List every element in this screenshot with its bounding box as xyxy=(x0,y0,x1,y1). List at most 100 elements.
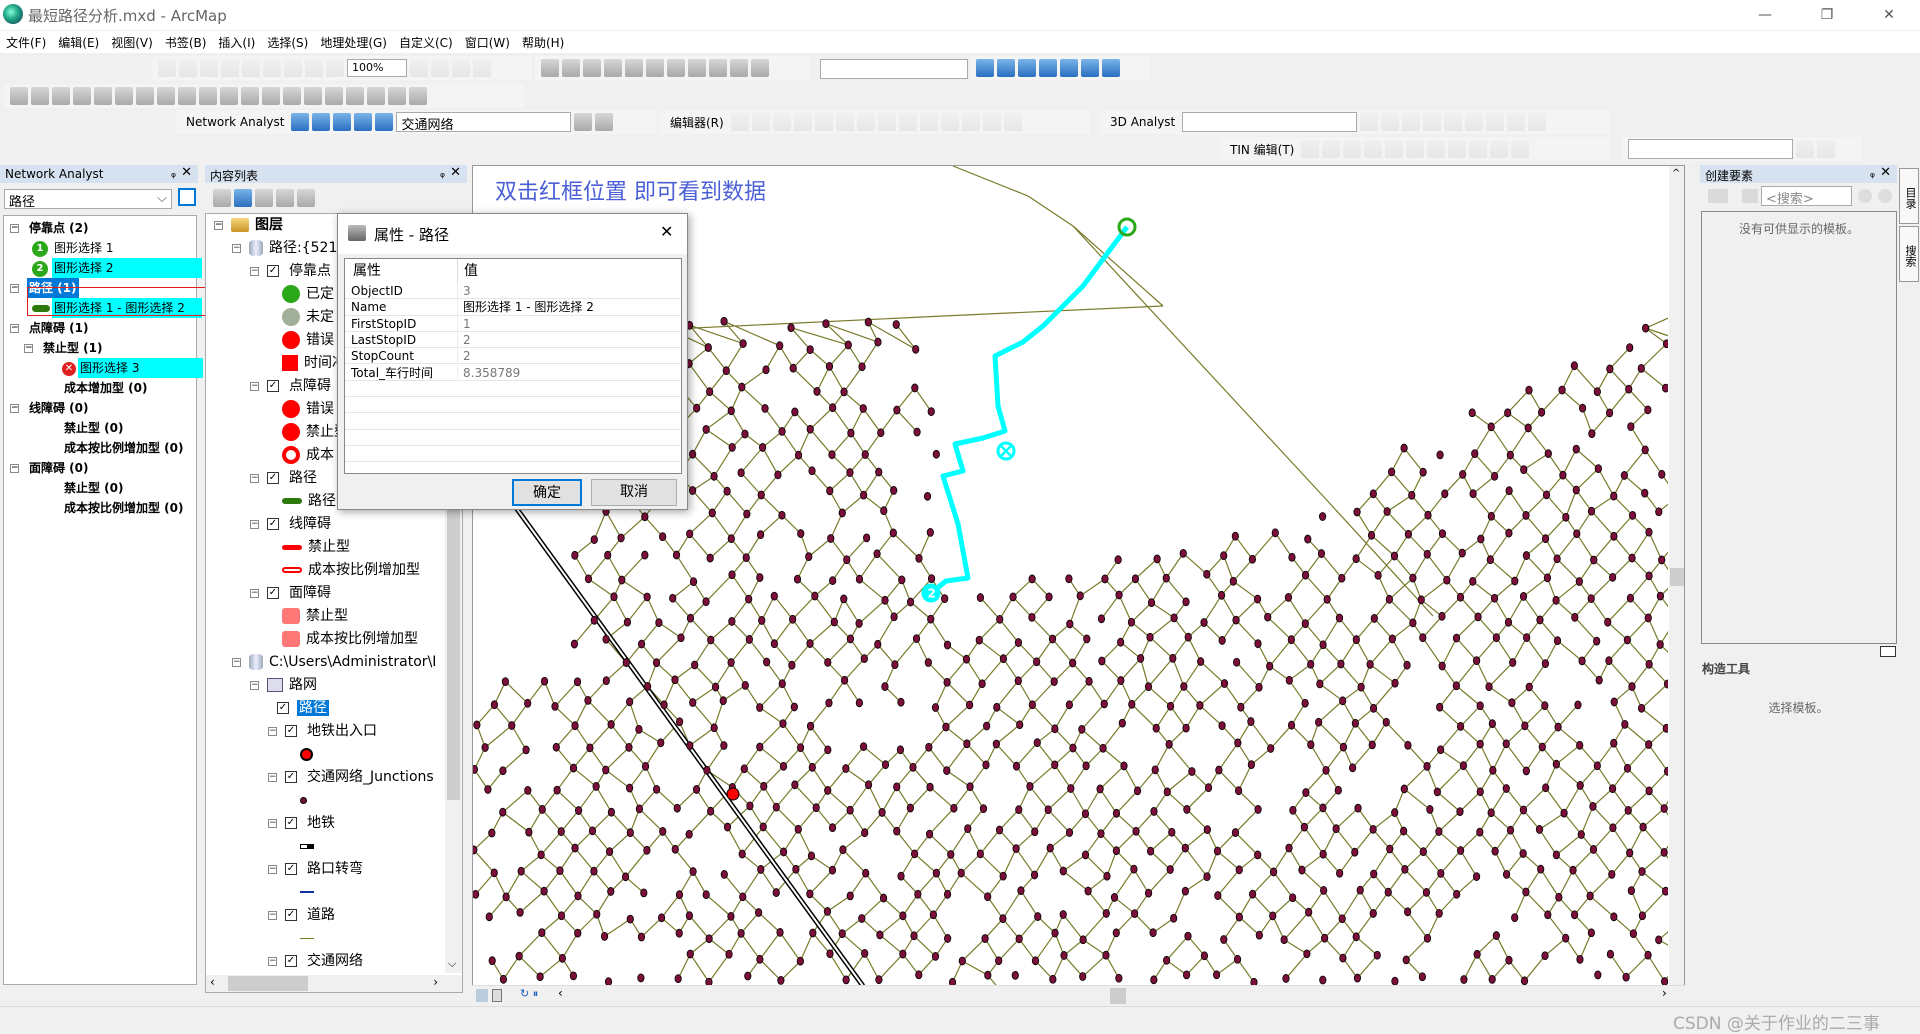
magnifier-icon[interactable] xyxy=(409,87,427,105)
toc-item[interactable] xyxy=(286,835,318,858)
search-window-icon[interactable] xyxy=(1039,59,1057,77)
focus-frame-icon[interactable] xyxy=(431,59,449,77)
organize-templates-icon[interactable] xyxy=(1742,189,1758,203)
fixed-in-icon[interactable] xyxy=(94,87,112,105)
tin-move-icon[interactable] xyxy=(1427,140,1445,158)
add-data-icon[interactable] xyxy=(751,59,769,77)
na-tree-item[interactable]: −停靠点 (2) xyxy=(10,218,91,238)
visibility-checkbox[interactable]: ✓ xyxy=(285,771,297,783)
toggle-draft-icon[interactable] xyxy=(410,59,428,77)
na-tree-item[interactable]: −路径 (1) xyxy=(10,278,79,298)
solve-icon[interactable] xyxy=(354,113,372,131)
na-tree-item[interactable]: ✕图形选择 3 xyxy=(62,358,203,378)
zoom-in-icon[interactable] xyxy=(10,87,28,105)
back-extent-icon[interactable] xyxy=(136,87,154,105)
tin-line-icon[interactable] xyxy=(1322,140,1340,158)
cut-icon[interactable] xyxy=(625,59,643,77)
zoom-out-icon[interactable] xyxy=(31,87,49,105)
profile-icon[interactable] xyxy=(1423,113,1441,131)
collapse-icon[interactable]: − xyxy=(24,344,33,353)
network-dataset-select[interactable]: 交通网络 xyxy=(396,112,571,132)
template-search-input[interactable]: <搜索> xyxy=(1761,186,1852,206)
minimize-button[interactable]: — xyxy=(1742,2,1788,28)
na-tree-item[interactable]: −禁止型 (1) xyxy=(24,338,105,358)
side-tab[interactable]: 目录 xyxy=(1899,168,1919,224)
trace-icon[interactable] xyxy=(815,113,833,131)
list-by-source-icon[interactable] xyxy=(234,189,252,207)
na-layer-select[interactable]: 路径⌵ xyxy=(4,189,172,209)
tin-tag-icon[interactable] xyxy=(1448,140,1466,158)
scroll-down-icon[interactable]: ⌵ xyxy=(448,957,456,971)
toc-item[interactable] xyxy=(286,743,317,766)
editor-menu[interactable]: 编辑器(R) xyxy=(666,114,728,131)
collapse-icon[interactable]: − xyxy=(268,819,277,828)
visibility-checkbox[interactable]: ✓ xyxy=(267,587,279,599)
fixed-out-icon[interactable] xyxy=(115,87,133,105)
ok-button[interactable]: 确定 xyxy=(512,479,582,506)
python-icon[interactable] xyxy=(1081,59,1099,77)
tin-misc-icon[interactable] xyxy=(1511,140,1529,158)
tin-delete-icon[interactable] xyxy=(1364,140,1382,158)
tin-surface-icon[interactable] xyxy=(1796,140,1814,158)
attribute-row[interactable]: StopCount2 xyxy=(345,348,681,364)
toc-item[interactable]: −✓道路 xyxy=(268,904,337,927)
list-by-drawing-order-icon[interactable] xyxy=(213,189,231,207)
data-driven-pages-icon[interactable] xyxy=(473,59,491,77)
save-icon[interactable] xyxy=(583,59,601,77)
edit-annotation-icon[interactable] xyxy=(752,113,770,131)
menu-item[interactable]: 书签(B) xyxy=(159,31,213,54)
toc-item[interactable]: −C:\Users\Administrator\I xyxy=(232,651,438,674)
collapse-icon[interactable]: − xyxy=(10,464,19,473)
collapse-icon[interactable]: − xyxy=(250,520,259,529)
menu-item[interactable]: 编辑(E) xyxy=(52,31,105,54)
interpolate-point-icon[interactable] xyxy=(1465,113,1483,131)
na-tree-item[interactable]: 2图形选择 2 xyxy=(32,258,202,278)
paste-icon[interactable] xyxy=(667,59,685,77)
collapse-icon[interactable]: − xyxy=(10,284,19,293)
time-slider-icon[interactable] xyxy=(388,87,406,105)
visibility-checkbox[interactable]: ✓ xyxy=(285,955,297,967)
collapse-icon[interactable]: − xyxy=(250,681,259,690)
visibility-checkbox[interactable]: ✓ xyxy=(267,265,279,277)
pan-icon[interactable] xyxy=(52,87,70,105)
print-icon[interactable] xyxy=(604,59,622,77)
menu-item[interactable]: 地理处理(G) xyxy=(314,31,393,54)
scroll-left-icon[interactable]: ‹ xyxy=(210,975,215,989)
na-tree-item[interactable]: −面障碍 (0) xyxy=(10,458,91,478)
collapse-icon[interactable]: − xyxy=(268,865,277,874)
select-elements-icon[interactable] xyxy=(220,87,238,105)
toc-item[interactable]: −✓停靠点 xyxy=(250,260,333,283)
fixed-zoom-out-icon[interactable] xyxy=(284,59,302,77)
scroll-left-icon[interactable]: ‹ xyxy=(558,986,563,1000)
editor-toolbar-icon[interactable] xyxy=(976,59,994,77)
na-tree-item[interactable]: 成本按比例增加型 (0) xyxy=(62,438,186,458)
filter-icon[interactable] xyxy=(1708,189,1728,203)
map-horizontal-scrollbar-thumb[interactable] xyxy=(1110,988,1126,1004)
network-identify-icon[interactable] xyxy=(595,113,613,131)
toc-item[interactable]: 路径 xyxy=(268,490,338,513)
network-analyst-menu[interactable]: Network Analyst xyxy=(182,115,288,129)
find-icon[interactable] xyxy=(325,87,343,105)
toc-item[interactable]: 时间冲 xyxy=(268,352,348,375)
na-tree-item[interactable]: −线障碍 (0) xyxy=(10,398,91,418)
close-window-button[interactable]: ✕ xyxy=(1866,2,1912,28)
map-vertical-scrollbar[interactable]: ^ xyxy=(1669,166,1685,986)
toc-item[interactable] xyxy=(286,927,318,950)
layout-view-icon[interactable] xyxy=(492,989,502,1002)
toc-item[interactable]: 成本按比例增加型 xyxy=(268,628,420,651)
collapse-icon[interactable]: − xyxy=(250,267,259,276)
back-page-icon[interactable] xyxy=(305,59,323,77)
tin-region-icon[interactable] xyxy=(1469,140,1487,158)
side-tab[interactable]: 搜索 xyxy=(1899,226,1919,282)
delete-icon[interactable] xyxy=(688,59,706,77)
toc-item[interactable] xyxy=(286,789,311,812)
menu-item[interactable]: 文件(F) xyxy=(0,31,52,54)
create-location-icon[interactable] xyxy=(312,113,330,131)
toc-item[interactable]: 错误 xyxy=(268,329,336,352)
list-by-visibility-icon[interactable] xyxy=(255,189,273,207)
na-tree-item[interactable]: 成本按比例增加型 (0) xyxy=(62,498,186,518)
point-icon[interactable] xyxy=(836,113,854,131)
toc-item[interactable]: −✓点障碍 xyxy=(250,375,333,398)
straight-segment-icon[interactable] xyxy=(773,113,791,131)
route-line[interactable] xyxy=(931,227,1127,593)
